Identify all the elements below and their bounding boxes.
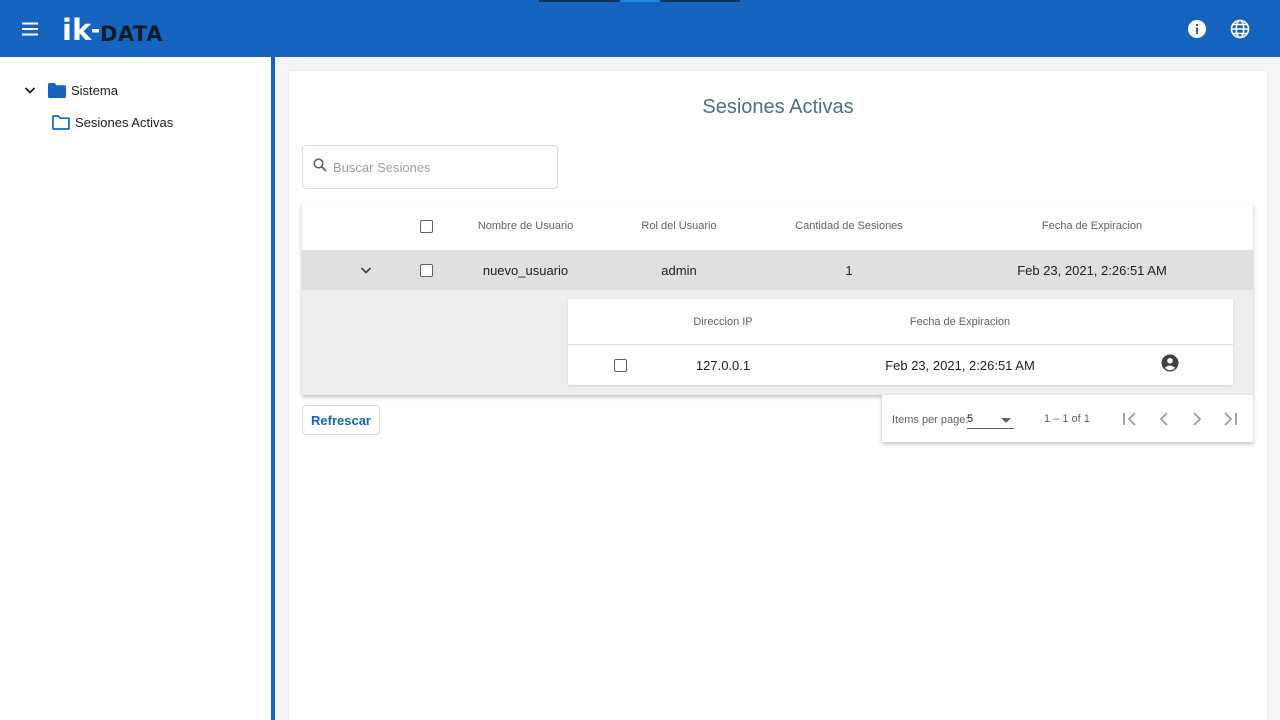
column-header[interactable]: Fecha de Expiracion: [880, 316, 1040, 328]
menu-icon[interactable]: [18, 17, 42, 41]
sessions-table: Nombre de Usuario Rol del Usuario Cantid…: [302, 204, 1253, 395]
search-icon: [313, 157, 327, 177]
refresh-button[interactable]: Refrescar: [302, 405, 380, 435]
cell-role: admin: [661, 263, 697, 278]
select-all-checkbox[interactable]: [420, 220, 433, 233]
top-app-bar: ik DATA: [0, 0, 1280, 57]
last-page-icon[interactable]: [1220, 409, 1240, 429]
app-logo: ik DATA: [62, 13, 182, 47]
cell-username: nuevo_usuario: [482, 263, 569, 278]
page-size-select[interactable]: 5: [967, 413, 1014, 429]
next-page-icon[interactable]: [1187, 409, 1207, 429]
cell-session-count: 1: [845, 263, 853, 278]
top-tab-indicator: [539, 0, 620, 2]
previous-page-icon[interactable]: [1154, 409, 1174, 429]
cell-expiration: Feb 23, 2021, 2:26:51 AM: [885, 358, 1035, 373]
tree-node-sistema[interactable]: Sistema: [22, 82, 118, 98]
folder-filled-icon: [48, 82, 66, 98]
search-input[interactable]: [333, 159, 543, 175]
row-checkbox[interactable]: [614, 359, 627, 372]
chevron-down-icon[interactable]: [22, 82, 38, 98]
top-tab-indicator: [660, 0, 740, 2]
first-page-icon[interactable]: [1120, 409, 1140, 429]
folder-outline-icon: [52, 115, 70, 130]
info-icon[interactable]: [1186, 18, 1208, 40]
column-header[interactable]: Rol del Usuario: [620, 220, 738, 232]
items-per-page-label: Items per page:: [892, 414, 969, 426]
column-header[interactable]: Direccion IP: [668, 316, 778, 328]
chevron-down-icon[interactable]: [358, 262, 374, 283]
ip-sessions-table: Direccion IP Fecha de Expiracion 127.0.0…: [568, 299, 1233, 385]
column-header[interactable]: Nombre de Usuario: [462, 220, 589, 232]
dropdown-arrow-icon: [1001, 415, 1011, 427]
page-title: Sesiones Activas: [702, 96, 854, 118]
row-divider: [568, 344, 1233, 345]
globe-icon[interactable]: [1229, 18, 1251, 40]
sidebar: Sistema Sesiones Activas: [0, 57, 271, 720]
page-size-value: 5: [967, 413, 974, 425]
cell-ip-address: 127.0.0.1: [695, 358, 751, 373]
top-tab-indicator-active: [620, 0, 660, 2]
search-field[interactable]: [302, 145, 558, 189]
paginator: Items per page: 5 1 – 1 of 1: [882, 395, 1253, 442]
account-circle-icon[interactable]: [1161, 354, 1179, 377]
page-range-label: 1 – 1 of 1: [1044, 413, 1090, 425]
svg-text:DATA: DATA: [100, 22, 163, 44]
svg-text:ik: ik: [62, 14, 92, 44]
row-checkbox[interactable]: [420, 264, 433, 277]
cell-expiration: Feb 23, 2021, 2:26:51 AM: [1017, 263, 1167, 278]
tree-node-label: Sistema: [71, 82, 118, 98]
column-header[interactable]: Fecha de Expiracion: [1002, 220, 1182, 232]
column-header[interactable]: Cantidad de Sesiones: [776, 220, 922, 232]
tree-node-label: Sesiones Activas: [75, 115, 174, 130]
tree-node-sesiones-activas[interactable]: Sesiones Activas: [52, 115, 173, 130]
